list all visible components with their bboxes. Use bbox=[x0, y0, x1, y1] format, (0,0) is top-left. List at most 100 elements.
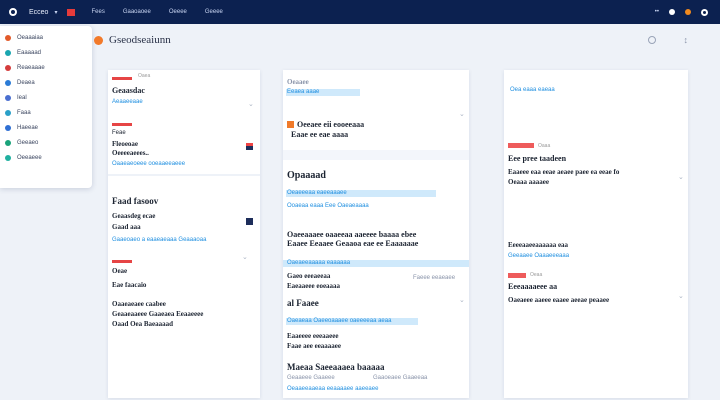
item-icon bbox=[5, 124, 11, 131]
sidebar-item-label: Geeaeo bbox=[17, 139, 39, 146]
card-line: Oaeeaaaee oaaeeaa aaeeee baaaa ebee bbox=[287, 230, 417, 239]
card-line: Gaeo eeeaeeaa bbox=[287, 272, 331, 280]
item-icon bbox=[5, 109, 11, 116]
card-link[interactable]: Oea eaaa eaeaa bbox=[510, 87, 555, 93]
top-nav: Fees Gaaoaoee Oeeee Geeee bbox=[91, 9, 222, 15]
card-line: Eaaeeee eeeaaeee bbox=[287, 332, 339, 340]
sidebar-item-3[interactable]: Deaea bbox=[0, 75, 92, 90]
card-tag bbox=[112, 77, 132, 80]
card-link[interactable]: Oeaaeeaaeaa eeaaaaee aaeeaee bbox=[287, 386, 378, 392]
board-column-2: Oeaaee Eeaea aaae ⌄ Oeeaee eii eooeeaaa … bbox=[283, 70, 469, 398]
card-title: Opaaaad bbox=[287, 170, 326, 181]
card-title: Eae faacaio bbox=[112, 281, 147, 289]
alert-dot-icon[interactable] bbox=[685, 9, 691, 15]
sidebar-item-label: Ieal bbox=[17, 94, 27, 101]
nav-item-1[interactable]: Gaaoaoee bbox=[123, 9, 151, 15]
card-menu-icon[interactable]: ⌄ bbox=[459, 110, 465, 118]
card-menu-icon[interactable]: ⌄ bbox=[242, 253, 248, 261]
card-divider bbox=[283, 150, 469, 160]
page-header: Gseodseaiunn ↕ bbox=[86, 30, 710, 50]
card-tag bbox=[112, 123, 132, 126]
sidebar-item-8[interactable]: Oeeaeee bbox=[0, 150, 92, 165]
sidebar-item-label: Reaeaaae bbox=[17, 64, 45, 71]
card-link[interactable]: Ooaeaa eaaa Eee Oaeaeaaaa bbox=[287, 203, 369, 209]
card-tag bbox=[508, 273, 526, 278]
nav-item-3[interactable]: Geeee bbox=[205, 9, 223, 15]
item-icon bbox=[5, 79, 11, 86]
page-title: Gseodseaiunn bbox=[109, 34, 171, 46]
sort-icon[interactable]: ↕ bbox=[684, 35, 689, 45]
card-line: Oaeaeee aaeee eaaee aeeae peaaee bbox=[508, 296, 610, 304]
sidebar-item-label: Eaaaaad bbox=[17, 49, 42, 56]
card-line: Eeeeaaeeaaaaaa eaa bbox=[508, 241, 569, 249]
card-line: Faae aee eeaaaaee bbox=[287, 342, 342, 350]
card-title: Geaasdac bbox=[112, 86, 145, 95]
sidebar-item-label: Faaa bbox=[17, 109, 31, 116]
avatar[interactable] bbox=[246, 143, 253, 150]
board-column-3: Oea eaaa eaeaa Oaaa Eee pree taadeen Eaa… bbox=[504, 70, 688, 398]
nav-item-0[interactable]: Fees bbox=[91, 9, 104, 15]
card-tag-label: Oeae bbox=[112, 267, 128, 275]
sidebar: Oeaaaiaa Eaaaaad Reaeaaae Deaea Ieal Faa… bbox=[0, 26, 92, 188]
app-logo-icon[interactable] bbox=[9, 8, 17, 16]
card-link[interactable]: Geeaaee Oaaaeeeaaa bbox=[508, 253, 569, 259]
top-bar-actions: •• bbox=[655, 0, 708, 24]
priority-icon bbox=[287, 121, 294, 128]
card-link[interactable]: Oaaeaeoeee ooeaaeeaeee bbox=[112, 161, 185, 167]
card-line: Eaaee Eeaaee Geaaoa eae ee Eaaaaaae bbox=[287, 239, 419, 248]
status-dot-icon[interactable] bbox=[669, 9, 675, 15]
card-menu-icon[interactable]: ⌄ bbox=[248, 100, 254, 108]
chevron-down-icon[interactable]: ▾ bbox=[54, 9, 57, 16]
notification-square-icon[interactable] bbox=[67, 8, 76, 16]
card-line: Oaaeaeaee caabee bbox=[112, 300, 166, 308]
card-tag-label: Oeaa bbox=[530, 272, 543, 278]
item-icon bbox=[5, 49, 11, 56]
menu-dots-icon[interactable]: •• bbox=[655, 9, 659, 15]
sidebar-item-0[interactable]: Oeaaaiaa bbox=[0, 30, 92, 45]
card-link[interactable]: Eeaea aaae bbox=[287, 89, 319, 95]
card-link[interactable]: Aeaaeeaae bbox=[112, 99, 143, 105]
sidebar-item-label: Deaea bbox=[17, 79, 35, 86]
search-icon[interactable] bbox=[648, 36, 656, 44]
card-menu-icon[interactable]: ⌄ bbox=[459, 296, 465, 304]
card-title: al Faaee bbox=[287, 298, 319, 308]
card-tag bbox=[508, 143, 534, 148]
sidebar-item-1[interactable]: Eaaaaad bbox=[0, 45, 92, 60]
card-meta: Faeee eeaeaee bbox=[413, 275, 456, 281]
card-tag-label: Feae bbox=[112, 130, 126, 136]
sidebar-item-label: Oeeaeee bbox=[17, 154, 42, 161]
card-link[interactable]: Oaeaeeaaaaa eaaaaaa bbox=[287, 260, 350, 266]
item-icon bbox=[5, 94, 11, 101]
card-line: Oeaaa aaaaee bbox=[508, 178, 550, 186]
top-bar: Ecceo ▾ Fees Gaaoaoee Oeeee Geeee •• bbox=[0, 0, 720, 24]
item-icon bbox=[5, 139, 11, 146]
card-divider bbox=[108, 174, 260, 176]
sidebar-item-label: Oeaaaiaa bbox=[17, 34, 44, 41]
avatar[interactable] bbox=[246, 218, 253, 225]
sidebar-item-6[interactable]: Haeeae bbox=[0, 120, 92, 135]
card-line: Oaad Oea Baeaaaad bbox=[112, 320, 174, 328]
item-icon bbox=[5, 64, 11, 71]
card-line: Eaae ee eae aaaa bbox=[291, 130, 349, 139]
sidebar-item-4[interactable]: Ieal bbox=[0, 90, 92, 105]
app-name[interactable]: Ecceo bbox=[29, 9, 48, 16]
card-line: Fleoeoae bbox=[112, 140, 139, 148]
card-title: Eee pree taadeen bbox=[508, 154, 567, 163]
card-tag-label: Oaaa bbox=[538, 143, 551, 149]
sidebar-item-7[interactable]: Geeaeo bbox=[0, 135, 92, 150]
card-meta: Gaaoeaee Gaaeeaa bbox=[373, 375, 428, 381]
sidebar-item-5[interactable]: Faaa bbox=[0, 105, 92, 120]
sidebar-item-2[interactable]: Reaeaaae bbox=[0, 60, 92, 75]
card-title: Eeeaaaaeee aa bbox=[508, 282, 558, 291]
nav-item-2[interactable]: Oeeee bbox=[169, 9, 187, 15]
board-icon bbox=[94, 35, 103, 45]
card-line: Geaasdeg ecae bbox=[112, 212, 156, 220]
card-link[interactable]: Oeaeeeaa eaeeaaaee bbox=[287, 190, 347, 196]
card-menu-icon[interactable]: ⌄ bbox=[678, 292, 684, 300]
card-title: Faad fasoov bbox=[112, 196, 159, 206]
card-link[interactable]: Oaeaeaa Oaeeoaaaee oaeeeeaa aeaa bbox=[287, 318, 391, 324]
card-link[interactable]: Gaaeoaeo a eaaeaeaaa Geaaaoaa bbox=[112, 237, 206, 243]
card-menu-icon[interactable]: ⌄ bbox=[678, 173, 684, 181]
account-icon[interactable] bbox=[701, 8, 708, 16]
item-icon bbox=[5, 34, 11, 41]
